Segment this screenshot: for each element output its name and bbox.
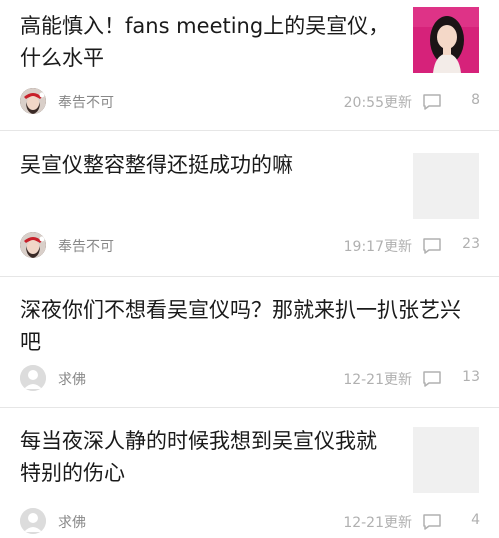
post-meta: 求佛 12-21更新 13	[20, 365, 480, 395]
post-item[interactable]: 深夜你们不想看吴宣仪吗？那就来扒一扒张艺兴吧 求佛 12-21更新 13	[0, 277, 499, 407]
post-item[interactable]: 每当夜深人静的时候我想到吴宣仪我就特别的伤心 求佛 12-21更新 4	[0, 408, 499, 534]
comment-count: 13	[462, 369, 480, 385]
comment-count: 8	[471, 92, 480, 108]
update-time: 12-21更新	[343, 372, 412, 388]
post-title[interactable]: 吴宣仪整容整得还挺成功的嘛	[20, 149, 390, 181]
post-meta: 奉告不可 19:17更新 23	[20, 232, 480, 262]
post-thumbnail[interactable]	[413, 7, 479, 73]
comment-count: 23	[462, 236, 480, 252]
post-thumbnail[interactable]	[413, 153, 479, 219]
update-time: 12-21更新	[343, 515, 412, 531]
default-user-icon	[20, 508, 46, 534]
avatar-photo	[20, 88, 46, 114]
update-time: 20:55更新	[343, 95, 412, 111]
comment-bubble-icon[interactable]	[422, 513, 442, 531]
default-user-icon	[20, 365, 46, 391]
avatar[interactable]	[20, 232, 46, 258]
comment-count: 4	[471, 512, 480, 528]
thumbnail-photo	[413, 7, 479, 73]
author-name[interactable]: 求佛	[58, 512, 86, 532]
comment-bubble-icon[interactable]	[422, 370, 442, 388]
author-name[interactable]: 奉告不可	[58, 92, 114, 112]
post-title[interactable]: 高能慎入！fans meeting上的吴宣仪，什么水平	[20, 10, 390, 74]
author-name[interactable]: 求佛	[58, 369, 86, 389]
avatar-photo	[20, 232, 46, 258]
post-title[interactable]: 每当夜深人静的时候我想到吴宣仪我就特别的伤心	[20, 425, 390, 489]
avatar[interactable]	[20, 88, 46, 114]
post-title[interactable]: 深夜你们不想看吴宣仪吗？那就来扒一扒张艺兴吧	[20, 294, 470, 358]
post-item[interactable]: 吴宣仪整容整得还挺成功的嘛 奉告不可 19:17更新 23	[0, 131, 499, 276]
post-meta: 奉告不可 20:55更新 8	[20, 88, 480, 118]
update-time: 19:17更新	[343, 239, 412, 255]
author-name[interactable]: 奉告不可	[58, 236, 114, 256]
post-feed: 高能慎入！fans meeting上的吴宣仪，什么水平 奉告不可 20:55更新…	[0, 0, 499, 534]
comment-bubble-icon[interactable]	[422, 93, 442, 111]
comment-bubble-icon[interactable]	[422, 237, 442, 255]
avatar[interactable]	[20, 508, 46, 534]
post-meta: 求佛 12-21更新 4	[20, 508, 480, 538]
post-item[interactable]: 高能慎入！fans meeting上的吴宣仪，什么水平 奉告不可 20:55更新…	[0, 0, 499, 130]
avatar[interactable]	[20, 365, 46, 391]
post-thumbnail[interactable]	[413, 427, 479, 493]
